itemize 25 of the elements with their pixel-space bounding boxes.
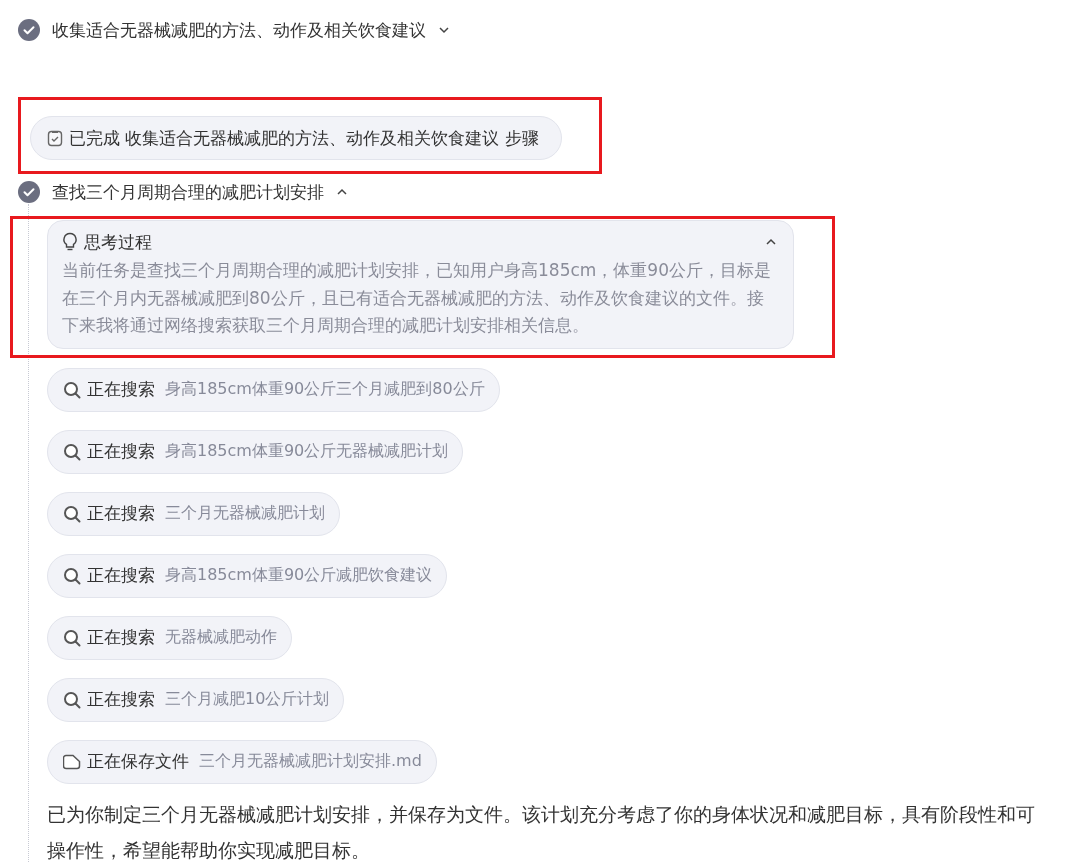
check-circle-icon [18,19,40,41]
clipboard-check-icon [47,129,63,147]
search-icon [63,690,81,709]
search-chip[interactable]: 正在搜索 三个月无器械减肥计划 [47,491,340,536]
result-paragraph: 已为你制定三个月无器械减肥计划安排，并保存为文件。该计划充分考虑了你的身体状况和减肥目标，具有阶段性和可操作性，希望能帮助你实现减肥目标。 [47,801,1036,862]
step-title[interactable]: 收集适合无器械减肥的方法、动作及相关饮食建议 [52,18,426,42]
search-chip[interactable]: 正在搜索 无器械减肥动作 [47,615,292,660]
search-chip[interactable]: 正在搜索 身高185cm体重90公斤无器械减肥计划 [47,429,464,474]
lightbulb-icon [62,232,78,252]
chip-text: 已完成 收集适合无器械减肥的方法、动作及相关饮食建议 步骤 [69,126,539,150]
search-icon [63,442,81,461]
thinking-text: 当前任务是查找三个月周期合理的减肥计划安排，已知用户身高185cm，体重90公斤，目标是在三个月内无器械减肥到80公斤，且已有适合无器械减肥的方法、动作及饮食建议的文件。接下来我将通过网络搜索获取三个月周期合理的减肥计划安排相关信息。 [62,259,772,337]
document-icon [63,753,81,770]
search-icon [63,504,81,523]
search-chip[interactable]: 正在搜索 身高185cm体重90公斤三个月减肥到80公斤 [47,367,500,412]
step-title[interactable]: 查找三个月周期合理的减肥计划安排 [52,180,324,204]
search-icon [63,566,81,585]
thinking-title: 思考过程 [84,230,153,254]
search-icon [63,380,81,399]
search-icon [63,628,81,647]
check-circle-icon [18,181,40,203]
search-chip[interactable]: 正在搜索 三个月减肥10公斤计划 [47,677,345,722]
chevron-down-icon[interactable] [438,24,450,36]
search-chip[interactable]: 正在搜索 身高185cm体重90公斤减肥饮食建议 [47,553,448,598]
file-save-chip[interactable]: 正在保存文件 三个月无器械减肥计划安排.md [47,739,437,784]
